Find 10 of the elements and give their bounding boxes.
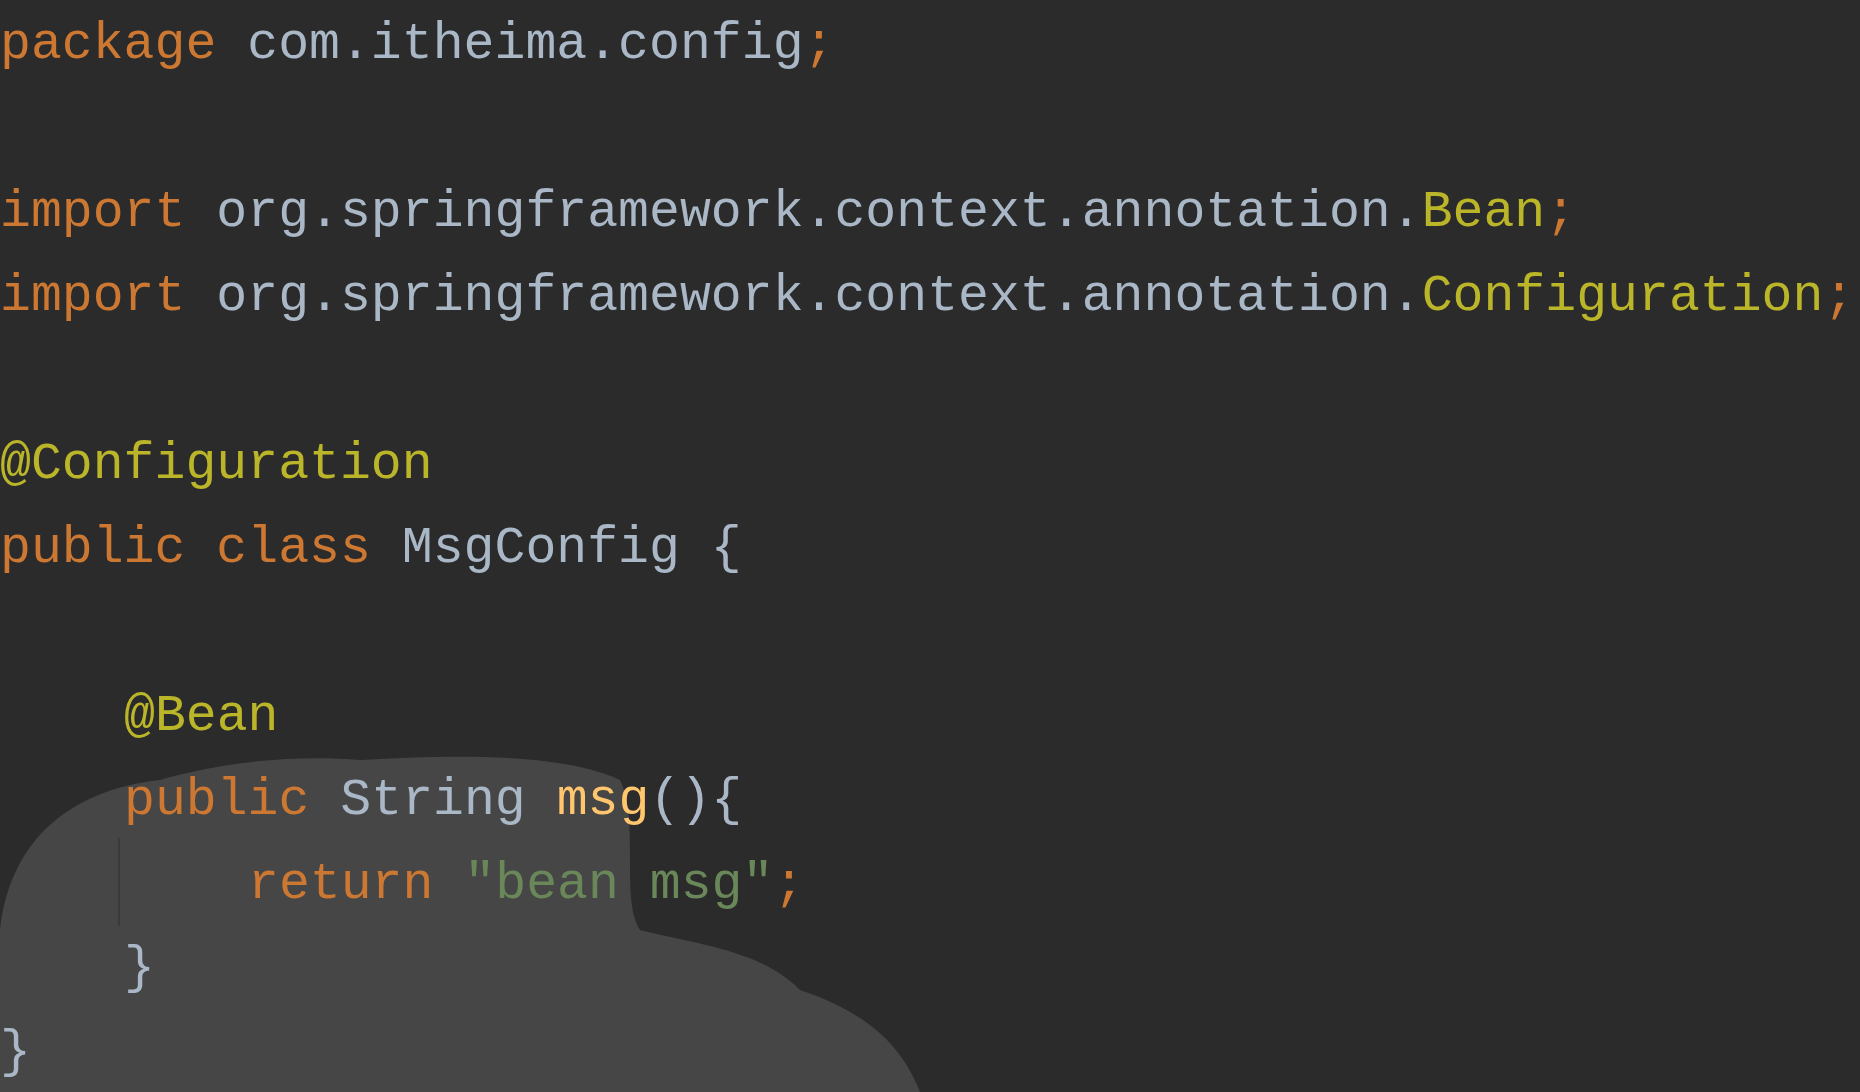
code-line: import org.springframework.context.annotation.Configuration; — [0, 266, 1855, 327]
code-line: @Configuration — [0, 434, 433, 495]
code-line: return "bean msg"; — [248, 854, 805, 915]
code-line: public class MsgConfig { — [0, 518, 742, 579]
code-line: @Bean — [124, 686, 279, 747]
code-line: import org.springframework.context.annotation.Bean; — [0, 182, 1577, 243]
code-line: public String msg(){ — [124, 770, 743, 831]
code-line: } — [0, 1022, 31, 1083]
code-line: package com.itheima.config; — [0, 14, 835, 75]
code-line: } — [124, 938, 155, 999]
